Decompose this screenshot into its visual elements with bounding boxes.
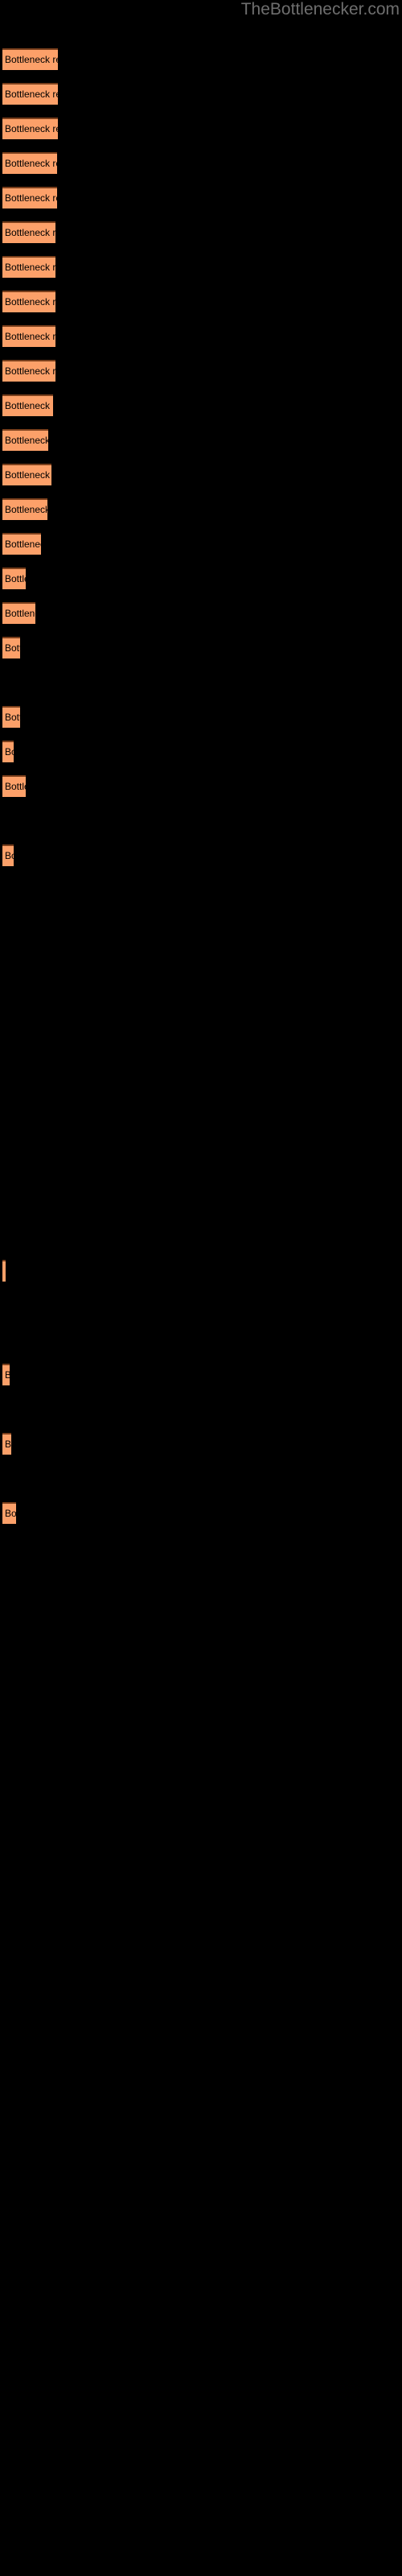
bar[interactable]: Bottleneck result <box>2 429 48 451</box>
bar-label: Bottleneck result <box>5 54 58 65</box>
bar-label: Bottleneck result <box>5 331 55 342</box>
bar-label: Bottleneck result <box>5 1265 6 1277</box>
bar-label: Bottleneck result <box>5 573 26 584</box>
bar[interactable]: Bottleneck result <box>2 325 55 347</box>
bar[interactable]: Bottleneck result <box>2 291 55 312</box>
bar[interactable]: Bottleneck result <box>2 568 26 589</box>
bar[interactable]: Bottleneck result <box>2 741 14 762</box>
bar-label: Bottleneck result <box>5 262 55 273</box>
bar[interactable]: Bottleneck result <box>2 844 14 866</box>
bar-label: Bottleneck result <box>5 89 58 100</box>
bar[interactable]: Bottleneck result <box>2 775 26 797</box>
bar-label: Bottleneck result <box>5 642 20 654</box>
bar[interactable]: Bottleneck result <box>2 1364 10 1385</box>
bar-label: Bottleneck result <box>5 296 55 308</box>
bar[interactable]: Bottleneck result <box>2 1260 6 1282</box>
bar[interactable]: Bottleneck result <box>2 118 58 139</box>
bar[interactable]: Bottleneck result <box>2 83 58 105</box>
bar-label: Bottleneck result <box>5 123 58 134</box>
bar-label: Bottleneck result <box>5 192 57 204</box>
bar[interactable]: Bottleneck result <box>2 637 20 658</box>
bar[interactable]: Bottleneck result <box>2 1502 16 1524</box>
bar[interactable]: Bottleneck result <box>2 706 20 728</box>
bar-label: Bottleneck result <box>5 781 26 792</box>
bar-label: Bottleneck result <box>5 435 48 446</box>
bar-label: Bottleneck result <box>5 539 41 550</box>
bar[interactable]: Bottleneck result <box>2 221 55 243</box>
bar-label: Bottleneck result <box>5 608 35 619</box>
bar-label: Bottleneck result <box>5 400 53 411</box>
bar[interactable]: Bottleneck result <box>2 498 47 520</box>
bar-label: Bottleneck result <box>5 1439 11 1450</box>
bar-label: Bottleneck result <box>5 1369 10 1381</box>
bar[interactable]: Bottleneck result <box>2 256 55 278</box>
bar-label: Bottleneck result <box>5 746 14 758</box>
bar[interactable]: Bottleneck result <box>2 1433 11 1455</box>
bar-label: Bottleneck result <box>5 504 47 515</box>
bar-label: Bottleneck result <box>5 1508 16 1519</box>
bar[interactable]: Bottleneck result <box>2 360 55 382</box>
bar[interactable]: Bottleneck result <box>2 48 58 70</box>
bar[interactable]: Bottleneck result <box>2 152 57 174</box>
bar[interactable]: Bottleneck result <box>2 533 41 555</box>
bar-label: Bottleneck result <box>5 712 20 723</box>
bar-label: Bottleneck result <box>5 365 55 377</box>
bar-label: Bottleneck result <box>5 469 51 481</box>
bar-label: Bottleneck result <box>5 158 57 169</box>
bar[interactable]: Bottleneck result <box>2 602 35 624</box>
bar[interactable]: Bottleneck result <box>2 464 51 485</box>
plot-area: Bottleneck result Bottleneck result Bottle… <box>0 0 402 2576</box>
bar[interactable]: Bottleneck result <box>2 394 53 416</box>
bar-label: Bottleneck result <box>5 227 55 238</box>
bottleneck-bar-chart: TheBottlenecker.com Bottleneck resultBot… <box>0 0 402 2576</box>
bar-label: Bottleneck result <box>5 850 14 861</box>
bar[interactable]: Bottleneck result <box>2 187 57 208</box>
